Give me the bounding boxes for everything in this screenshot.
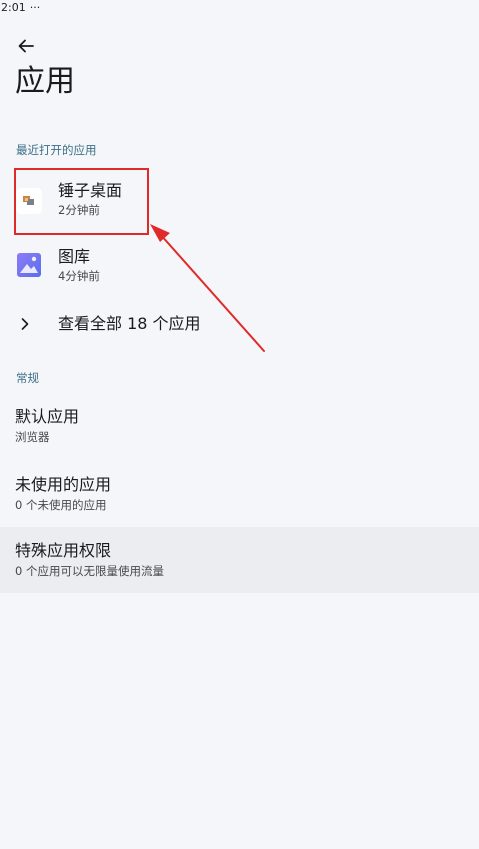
status-bar: 2:01 ··· <box>0 0 40 18</box>
annotation-highlight-box <box>14 168 149 235</box>
recent-app-gallery[interactable]: 图库 4分钟前 <box>0 235 479 301</box>
back-arrow-icon <box>18 39 34 53</box>
status-time: 2:01 <box>1 1 26 14</box>
default-apps-item[interactable]: 默认应用 浏览器 <box>0 396 479 458</box>
back-button[interactable] <box>14 34 38 58</box>
app-settings-page: 2:01 ··· 应用 最近打开的应用 锤子桌面 2分钟前 图库 4分钟前 查看… <box>0 0 479 849</box>
section-label-general: 常规 <box>16 371 39 385</box>
status-more-icon: ··· <box>29 1 41 14</box>
special-app-access-item[interactable]: 特殊应用权限 0 个应用可以无限量使用流量 <box>0 527 479 593</box>
special-app-access-subtitle: 0 个应用可以无限量使用流量 <box>15 564 164 578</box>
page-title: 应用 <box>15 64 75 99</box>
gallery-icon <box>16 252 42 278</box>
recent-app-name: 图库 <box>58 247 91 266</box>
unused-apps-subtitle: 0 个未使用的应用 <box>15 498 107 512</box>
special-app-access-title: 特殊应用权限 <box>15 541 112 560</box>
recent-app-time: 4分钟前 <box>58 269 100 283</box>
section-label-recent: 最近打开的应用 <box>16 143 97 157</box>
default-apps-subtitle: 浏览器 <box>15 430 50 444</box>
see-all-apps-button[interactable]: 查看全部 18 个应用 <box>0 301 479 349</box>
unused-apps-item[interactable]: 未使用的应用 0 个未使用的应用 <box>0 464 479 526</box>
unused-apps-title: 未使用的应用 <box>15 475 112 494</box>
default-apps-title: 默认应用 <box>15 407 80 426</box>
see-all-apps-label: 查看全部 18 个应用 <box>58 314 201 333</box>
chevron-right-icon <box>21 318 29 330</box>
